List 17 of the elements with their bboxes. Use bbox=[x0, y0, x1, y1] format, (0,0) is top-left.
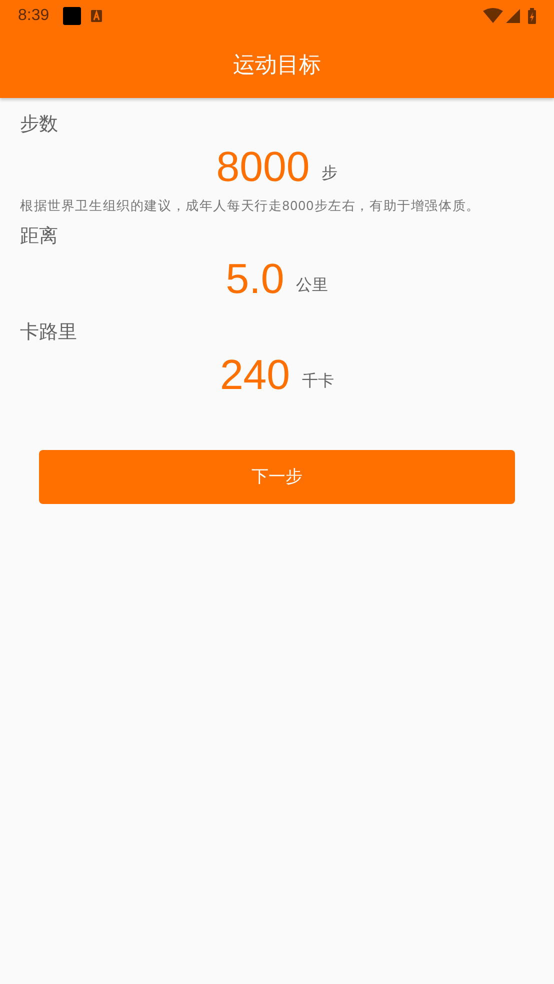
goal-unit: 公里 bbox=[296, 276, 328, 296]
app-title: 运动目标 bbox=[233, 51, 321, 79]
signal-icon bbox=[506, 8, 520, 22]
wifi-icon bbox=[483, 8, 503, 23]
status-time: 8:39 bbox=[18, 6, 50, 26]
goal-value: 5.0 bbox=[226, 256, 284, 302]
goal-label: 距离 bbox=[20, 224, 59, 248]
goal-value: 8000 bbox=[216, 144, 310, 190]
next-button[interactable]: 下一步 bbox=[39, 450, 515, 504]
goal-label: 卡路里 bbox=[20, 320, 78, 344]
goal-note: 根据世界卫生组织的建议，成年人每天行走8000步左右，有助于增强体质。 bbox=[20, 197, 481, 215]
font-icon bbox=[91, 10, 102, 22]
goal-unit: 步 bbox=[322, 164, 338, 184]
goal-value: 240 bbox=[220, 352, 290, 398]
battery-icon bbox=[528, 8, 536, 24]
goal-unit: 千卡 bbox=[302, 372, 334, 392]
goal-label: 步数 bbox=[20, 113, 59, 137]
